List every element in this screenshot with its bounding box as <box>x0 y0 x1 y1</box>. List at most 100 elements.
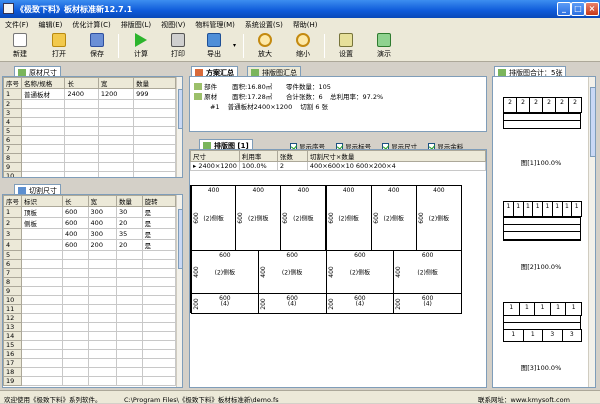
table-cell[interactable] <box>116 331 143 341</box>
table-cell[interactable] <box>64 171 99 177</box>
settings-button[interactable]: 设置 <box>329 32 363 60</box>
maximize-button[interactable]: □ <box>571 2 585 16</box>
table-cell[interactable]: 是 <box>141 228 177 240</box>
sheet-board[interactable]: 400 600 (2)侧板 400 600 (2)侧板 400 600 (2)侧板 400 600(… <box>190 185 462 314</box>
table-cell[interactable] <box>97 162 135 172</box>
table-row[interactable]: 10 <box>3 295 177 305</box>
table-cell[interactable] <box>116 277 143 287</box>
table-cell[interactable] <box>97 99 135 109</box>
menu-layout[interactable]: 排版图(L) <box>116 18 156 30</box>
table-cell[interactable] <box>141 313 177 323</box>
table-row[interactable]: 13 <box>3 322 177 332</box>
stock-scrollbar[interactable] <box>176 77 182 177</box>
table-cell[interactable] <box>21 313 63 323</box>
export-dropdown-icon[interactable]: ▾ <box>233 42 236 49</box>
table-cell[interactable] <box>21 304 63 314</box>
table-cell[interactable] <box>87 313 118 323</box>
table-cell[interactable] <box>87 250 118 260</box>
table-row[interactable]: 8 <box>3 277 177 287</box>
table-cell[interactable] <box>116 367 143 377</box>
table-cell[interactable] <box>97 117 135 127</box>
table-row[interactable]: 7 <box>3 144 176 154</box>
table-cell[interactable] <box>20 162 66 172</box>
table-cell[interactable] <box>21 322 63 332</box>
table-cell[interactable] <box>87 322 118 332</box>
cut-piece[interactable]: 600 200 (4) <box>191 293 259 314</box>
cut-grid[interactable]: 序号 标识长宽数量 旋转 1 顶板 600 300 30 是 2 侧板 600 400 20 是 3 400 30… <box>2 194 183 388</box>
table-cell[interactable] <box>20 126 66 136</box>
table-cell[interactable] <box>61 376 89 386</box>
cut-piece[interactable]: 600 400 (2)侧板 <box>325 250 395 294</box>
table-cell[interactable] <box>61 313 89 323</box>
table-row[interactable]: 19 <box>3 376 177 386</box>
table-cell[interactable] <box>87 286 118 296</box>
table-cell[interactable] <box>64 99 99 109</box>
table-cell[interactable]: 2400 <box>64 88 99 100</box>
minimize-button[interactable]: _ <box>557 2 571 16</box>
cut-piece[interactable]: 600 400 (2)侧板 <box>393 250 462 294</box>
table-cell[interactable] <box>64 162 99 172</box>
print-button[interactable]: 打印 <box>161 32 195 60</box>
table-cell[interactable] <box>116 358 143 368</box>
table-cell[interactable] <box>133 171 176 177</box>
table-cell[interactable] <box>61 259 89 269</box>
table-row[interactable]: 2 侧板 600 400 20 是 <box>3 217 177 229</box>
menu-edit[interactable]: 编辑(E) <box>34 18 68 30</box>
table-row[interactable]: 16 <box>3 349 177 359</box>
table-cell[interactable] <box>61 349 89 359</box>
table-cell[interactable] <box>133 135 176 145</box>
table-cell[interactable]: 是 <box>141 206 177 218</box>
table-cell[interactable] <box>87 367 118 377</box>
table-cell[interactable]: 600 <box>61 239 89 251</box>
new-button[interactable]: 新建 <box>3 32 37 60</box>
table-cell[interactable]: 20 <box>116 239 143 251</box>
table-cell[interactable] <box>87 259 118 269</box>
cut-piece[interactable]: 400 600 (2)侧板 <box>325 185 372 251</box>
table-cell[interactable] <box>97 126 135 136</box>
table-cell[interactable] <box>64 144 99 154</box>
table-cell[interactable]: 400 <box>61 228 89 240</box>
table-cell[interactable] <box>141 304 177 314</box>
table-cell[interactable] <box>64 153 99 163</box>
table-cell[interactable] <box>87 295 118 305</box>
table-cell[interactable] <box>21 250 63 260</box>
menu-material[interactable]: 物料管理(M) <box>190 18 240 30</box>
table-cell[interactable] <box>20 144 66 154</box>
table-cell[interactable] <box>133 126 176 136</box>
table-cell[interactable] <box>21 228 63 240</box>
table-cell[interactable] <box>87 376 118 386</box>
table-cell[interactable] <box>20 171 66 177</box>
table-row[interactable]: 7 <box>3 268 177 278</box>
table-cell[interactable] <box>61 250 89 260</box>
table-cell[interactable]: 300 <box>87 228 118 240</box>
table-row[interactable]: 17 <box>3 358 177 368</box>
zoom-in-button[interactable]: 放大 <box>248 32 282 60</box>
table-cell[interactable] <box>87 277 118 287</box>
table-cell[interactable]: 普通板材 <box>20 88 66 100</box>
cut-piece[interactable]: 600 400 (2)侧板 <box>257 250 327 294</box>
table-cell[interactable] <box>116 313 143 323</box>
table-cell[interactable] <box>64 108 99 118</box>
table-cell[interactable] <box>61 358 89 368</box>
table-cell[interactable] <box>141 286 177 296</box>
table-cell[interactable] <box>21 340 63 350</box>
table-cell[interactable] <box>61 295 89 305</box>
table-cell[interactable] <box>116 259 143 269</box>
table-cell[interactable] <box>116 349 143 359</box>
zoom-out-button[interactable]: 缩小 <box>286 32 320 60</box>
table-cell[interactable] <box>116 304 143 314</box>
cut-piece[interactable]: 600 200 (4) <box>393 293 462 314</box>
menu-optimize[interactable]: 优化计算(C) <box>67 18 115 30</box>
table-cell[interactable] <box>87 268 118 278</box>
table-cell[interactable] <box>61 277 89 287</box>
table-cell[interactable] <box>61 268 89 278</box>
cut-piece[interactable]: 400 600 (2)侧板 <box>191 185 237 251</box>
table-row[interactable]: 10 <box>3 171 176 177</box>
scroll-thumb[interactable] <box>590 87 595 157</box>
table-cell[interactable] <box>141 349 177 359</box>
table-cell[interactable] <box>141 259 177 269</box>
table-cell[interactable] <box>141 277 177 287</box>
menu-view[interactable]: 视图(V) <box>156 18 190 30</box>
table-row[interactable]: 1 顶板 600 300 30 是 <box>3 206 177 218</box>
table-cell[interactable] <box>133 108 176 118</box>
